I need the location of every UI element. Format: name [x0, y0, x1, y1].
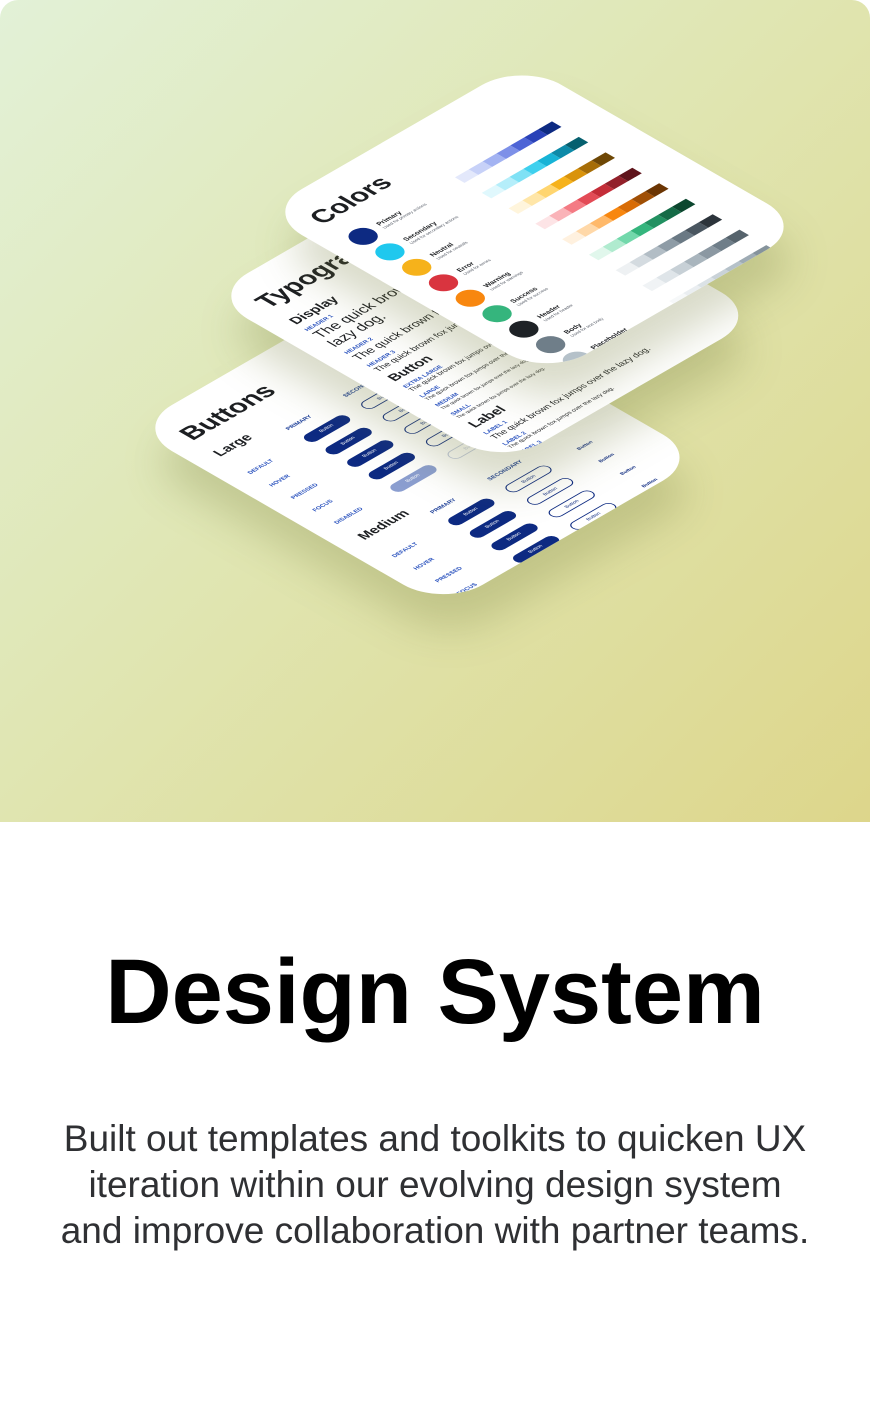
color-swatch: [738, 253, 762, 267]
color-swatch: [752, 245, 776, 259]
page-description: Built out templates and toolkits to quic…: [60, 1118, 810, 1251]
device-mockups: Buttons Large PRIMARY SECONDARY DEFAULT Butt…: [0, 0, 870, 822]
hero-banner: Buttons Large PRIMARY SECONDARY DEFAULT Butt…: [0, 0, 870, 822]
color-swatch: [710, 269, 735, 283]
color-swatch: [724, 261, 749, 275]
page-title: Design System: [105, 941, 765, 1043]
